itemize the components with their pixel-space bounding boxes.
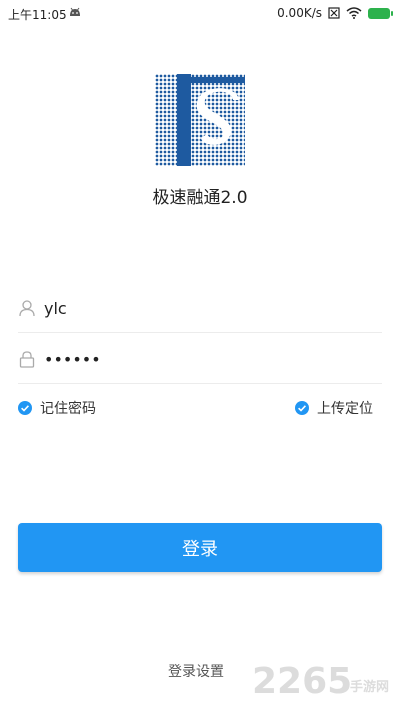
watermark-number: 2265 — [252, 661, 352, 702]
username-input[interactable] — [44, 294, 374, 322]
remember-password-checkbox[interactable]: 记住密码 — [18, 398, 96, 418]
remember-password-label: 记住密码 — [40, 401, 96, 417]
status-bar: 上午11:05 0.00K/s — [0, 0, 400, 28]
user-icon — [19, 300, 35, 317]
wifi-icon — [346, 7, 362, 19]
password-field-row — [18, 336, 382, 384]
status-net-speed: 0.00K/s — [277, 6, 322, 20]
app-logo — [155, 74, 245, 166]
check-circle-icon — [18, 401, 32, 415]
app-title: 极速融通2.0 — [152, 188, 248, 208]
login-settings-link[interactable]: 登录设置 — [168, 661, 224, 681]
sim-blocked-icon — [328, 7, 340, 19]
login-button[interactable]: 登录 — [18, 523, 382, 572]
password-input[interactable] — [44, 345, 374, 373]
android-icon — [70, 7, 80, 16]
upload-location-label: 上传定位 — [317, 401, 373, 417]
watermark-text: 手游网 — [350, 679, 389, 695]
check-circle-icon — [295, 401, 309, 415]
battery-charging-icon — [368, 7, 393, 19]
status-time: 上午11:05 — [8, 8, 67, 22]
site-watermark: 2265 手游网 — [252, 661, 389, 702]
lock-icon — [19, 351, 35, 368]
upload-location-checkbox[interactable]: 上传定位 — [295, 398, 373, 418]
username-field-row — [18, 285, 382, 333]
